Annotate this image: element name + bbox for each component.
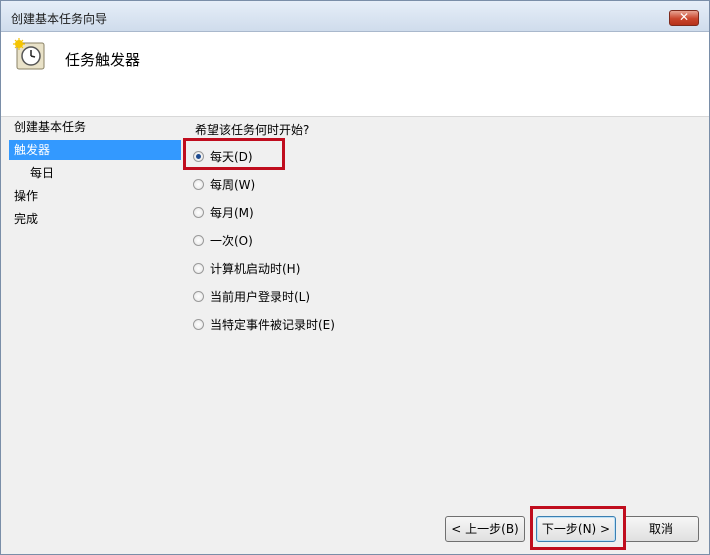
step-action[interactable]: 操作: [9, 186, 181, 206]
close-icon: ✕: [678, 10, 690, 24]
highlight-box-next: [530, 506, 626, 550]
wizard-steps-sidebar: 创建基本任务 触发器 每日 操作 完成: [1, 117, 181, 517]
option-label: 每周(W): [210, 178, 256, 192]
close-button[interactable]: ✕: [669, 10, 699, 26]
title-bar: 创建基本任务向导 ✕: [1, 1, 709, 32]
radio-monthly[interactable]: [193, 207, 204, 218]
step-finish[interactable]: 完成: [9, 209, 181, 229]
trigger-options-panel: 希望该任务何时开始? 每天(D) 每周(W) 每月(M) 一次(O) 计算机启动…: [185, 117, 705, 517]
radio-on-event[interactable]: [193, 319, 204, 330]
step-create-basic-task[interactable]: 创建基本任务: [9, 117, 181, 137]
option-label: 当特定事件被记录时(E): [210, 318, 335, 332]
back-button[interactable]: < 上一步(B): [445, 516, 525, 542]
clock-icon: [13, 38, 45, 70]
radio-at-startup[interactable]: [193, 263, 204, 274]
trigger-question: 希望该任务何时开始?: [195, 123, 310, 137]
option-label: 当前用户登录时(L): [210, 290, 311, 304]
highlight-box-daily: [183, 138, 285, 170]
cancel-button[interactable]: 取消: [623, 516, 699, 542]
wizard-header: 任务触发器: [1, 32, 709, 117]
radio-weekly[interactable]: [193, 179, 204, 190]
option-label: 每月(M): [210, 206, 254, 220]
radio-at-logon[interactable]: [193, 291, 204, 302]
wizard-window: 创建基本任务向导 ✕ 任务触发器 创建基本任务 触发器 每日 操作 完成 希望该…: [0, 0, 710, 555]
step-trigger[interactable]: 触发器: [9, 140, 181, 160]
option-label: 计算机启动时(H): [210, 262, 301, 276]
page-title: 任务触发器: [65, 51, 141, 69]
radio-once[interactable]: [193, 235, 204, 246]
window-title: 创建基本任务向导: [11, 12, 108, 26]
option-label: 一次(O): [210, 234, 253, 248]
step-daily[interactable]: 每日: [9, 163, 181, 183]
